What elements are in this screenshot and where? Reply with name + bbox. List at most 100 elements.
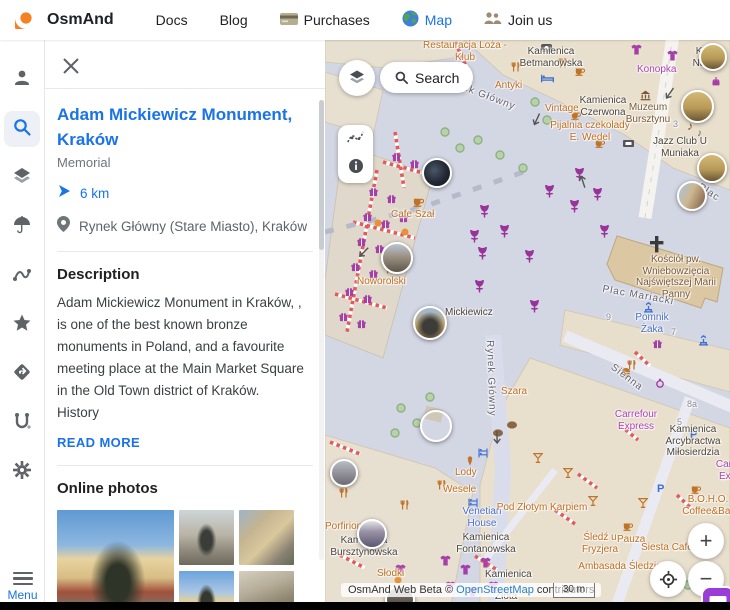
- map-label-poi[interactable]: Wesele: [443, 484, 476, 496]
- nav-map[interactable]: Map: [402, 10, 452, 30]
- map-label-poi[interactable]: Noworolski: [357, 276, 406, 288]
- star-icon: [12, 313, 32, 338]
- photo-thumbnail[interactable]: [239, 510, 294, 565]
- sidebar: Menu: [0, 40, 45, 610]
- openstreetmap-link[interactable]: OpenStreetMap: [456, 584, 534, 596]
- poi-details-panel: Adam Mickiewicz Monument, Kraków Memoria…: [45, 40, 325, 610]
- photo-marker-mickiewicz[interactable]: [413, 306, 447, 340]
- map-label-poi[interactable]: Antyki: [495, 80, 522, 92]
- photo-thumbnail[interactable]: [179, 510, 234, 565]
- map-label-poi[interactable]: Lody: [455, 467, 477, 479]
- umbrella-icon: [12, 215, 32, 240]
- osmand-web-app: OsmAnd Docs Blog Purchases Map Join us: [0, 0, 730, 610]
- map-label-building: Kamienica: [485, 569, 532, 581]
- map-tools-card: [338, 125, 373, 183]
- address-row: Rynek Główny (Stare Miasto), Kraków: [57, 216, 313, 237]
- sidebar-item-account[interactable]: [4, 62, 40, 98]
- map-label-poi[interactable]: Słodki: [377, 568, 404, 580]
- locate-me-button[interactable]: [650, 561, 686, 597]
- plus-icon: +: [700, 530, 713, 552]
- sidebar-menu-button[interactable]: Menu: [0, 569, 45, 603]
- map-label-housenumber: 8a: [687, 399, 697, 411]
- person-icon: [12, 68, 32, 93]
- track-route-icon: [12, 264, 32, 289]
- close-icon: [62, 57, 80, 75]
- address-value: Rynek Główny (Stare Miasto), Kraków: [79, 219, 307, 234]
- hamburger-icon: [13, 572, 33, 586]
- credit-card-icon: [280, 12, 298, 29]
- location-pin-icon: [57, 216, 70, 237]
- photo-marker[interactable]: [681, 90, 714, 123]
- nav-docs[interactable]: Docs: [156, 10, 188, 30]
- directions-icon: [12, 362, 32, 387]
- read-more-link[interactable]: READ MORE: [57, 435, 140, 450]
- search-icon: [394, 70, 409, 85]
- map-label-poi[interactable]: Restauracja Loża - Klub: [419, 40, 511, 63]
- navbar: OsmAnd Docs Blog Purchases Map Join us: [0, 0, 730, 40]
- zoom-in-button[interactable]: +: [688, 523, 724, 559]
- sidebar-item-weather[interactable]: [4, 209, 40, 245]
- map-label-housenumber: 7: [671, 327, 676, 339]
- photo-marker[interactable]: [357, 519, 387, 549]
- nav-links: Docs Blog Purchases Map Join us: [156, 10, 553, 30]
- map-search-button[interactable]: Search: [380, 62, 473, 93]
- osmand-logo-icon: [14, 6, 38, 35]
- map-label-poi[interactable]: Pod Złotym Karpiem: [495, 502, 589, 514]
- description-heading: Description: [57, 266, 313, 283]
- sidebar-item-navigation[interactable]: [4, 356, 40, 392]
- sidebar-item-settings[interactable]: [4, 454, 40, 490]
- sidebar-item-layers[interactable]: [4, 160, 40, 196]
- poi-title: Adam Mickiewicz Monument, Kraków: [57, 102, 313, 152]
- panel-scrollbar[interactable]: [319, 100, 324, 560]
- photo-marker[interactable]: [381, 242, 413, 274]
- people-icon: [484, 11, 502, 29]
- nav-join-us[interactable]: Join us: [484, 10, 552, 30]
- brand[interactable]: OsmAnd: [14, 6, 114, 35]
- map-label-poi[interactable]: Siesta Café: [641, 542, 693, 554]
- photo-marker[interactable]: [677, 181, 707, 211]
- map-label-housenumber: 5: [677, 417, 682, 429]
- map-label-poi[interactable]: Ambasada Śledzia: [577, 561, 663, 573]
- map-label-building: Kamienica Fontanowska: [437, 532, 535, 555]
- nav-purchases[interactable]: Purchases: [280, 10, 370, 30]
- map-label-poi[interactable]: Carrefour Express: [701, 459, 730, 482]
- distance-row[interactable]: 6 km: [57, 184, 313, 202]
- photo-marker[interactable]: [699, 43, 727, 71]
- map-label-poi[interactable]: Konopka: [637, 64, 676, 76]
- map-scale: 30 m: [553, 583, 595, 598]
- divider: [57, 251, 313, 252]
- photo-gallery: [57, 510, 313, 610]
- photos-heading: Online photos: [57, 480, 313, 497]
- search-icon: [12, 117, 32, 142]
- divider: [45, 88, 325, 89]
- map-label-poi[interactable]: Cafe Szał: [391, 209, 434, 221]
- photo-marker[interactable]: [697, 153, 727, 183]
- photo-thumbnail[interactable]: [57, 510, 174, 610]
- photo-marker[interactable]: [330, 459, 358, 487]
- sidebar-item-plan-route[interactable]: [4, 405, 40, 441]
- map-label-poi[interactable]: B.O.H.O. Coffee&Bar: [663, 494, 730, 517]
- photo-marker[interactable]: [420, 410, 452, 442]
- layers-icon: [347, 68, 367, 88]
- map-label-poi[interactable]: Szara: [501, 386, 527, 398]
- close-panel-button[interactable]: [58, 53, 84, 79]
- sidebar-item-search[interactable]: [4, 111, 40, 147]
- map-layers-button[interactable]: [339, 60, 375, 96]
- map-label-poi[interactable]: Mickiewicz: [445, 307, 493, 319]
- map-canvas[interactable]: ♪♪ P P: [325, 40, 730, 610]
- divider: [57, 465, 313, 466]
- track-analysis-icon[interactable]: [347, 130, 364, 149]
- sidebar-item-tracks[interactable]: [4, 258, 40, 294]
- sidebar-item-favorites[interactable]: [4, 307, 40, 343]
- flowers-layer: [471, 168, 608, 312]
- direction-arrow-icon: [57, 184, 71, 202]
- map-label-poi[interactable]: Vintage: [545, 103, 579, 115]
- crosshair-icon: [659, 570, 678, 589]
- map-label-housenumber: 3: [673, 119, 678, 131]
- window-edge: [0, 602, 730, 610]
- map-label-housenumber: 9: [606, 312, 611, 324]
- photo-marker[interactable]: [422, 158, 452, 188]
- info-icon[interactable]: [348, 158, 364, 179]
- nav-blog[interactable]: Blog: [220, 10, 248, 30]
- map-label-building: Kamienica Betmanowska: [501, 46, 601, 69]
